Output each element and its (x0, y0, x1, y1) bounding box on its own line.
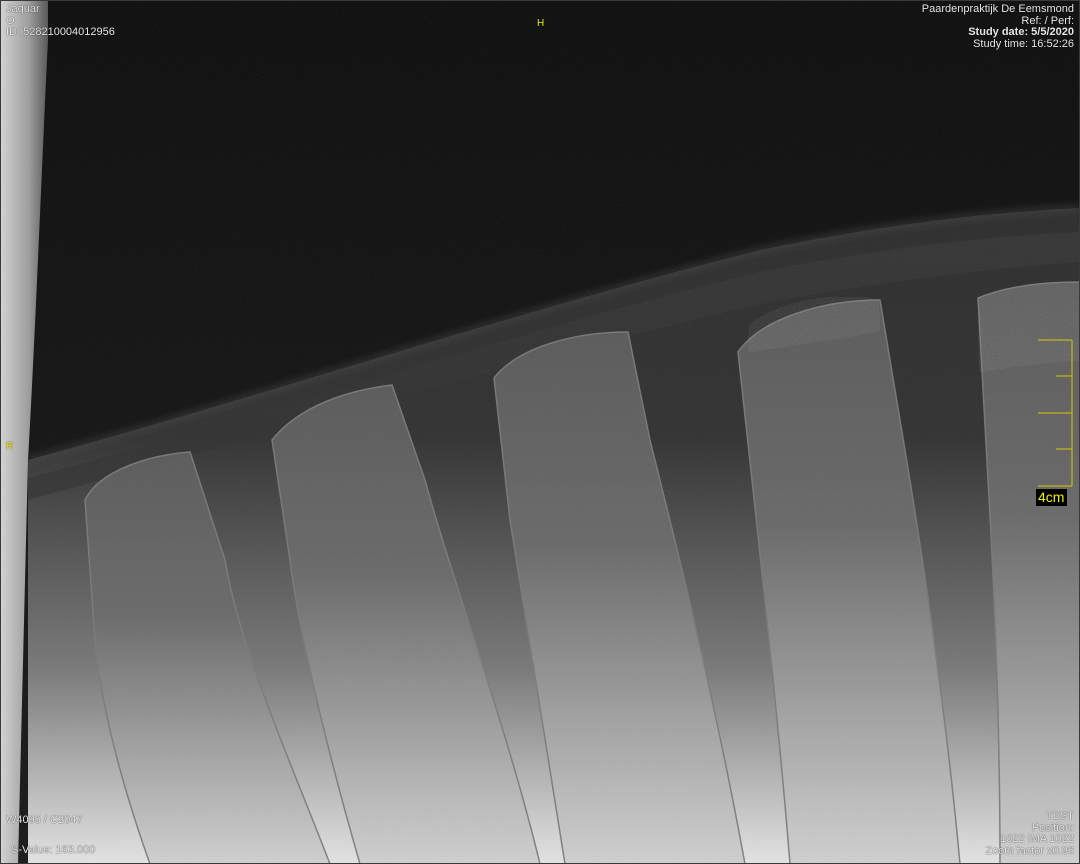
window-center-width: W4095 / C2047 (6, 814, 83, 826)
study-date: Study date: 5/5/2020 (968, 26, 1074, 38)
dicom-viewport[interactable]: Jaguar O ID: 528210004012956 Paardenprak… (0, 0, 1080, 864)
image-number: 1022 IMA 1022 (999, 833, 1074, 845)
window-level-overlay: W4095 / C2047 S-Value: 163.000 (6, 814, 96, 856)
s-value: S-Value: 163.000 (11, 843, 96, 856)
scale-bar-label: 4cm (1036, 489, 1068, 506)
patient-id: ID: 528210004012956 (6, 26, 115, 38)
zoom-factor: Zoom factor x0.96 (985, 844, 1074, 857)
orientation-marker-left: R (6, 441, 14, 452)
radiograph-image[interactable] (0, 0, 1080, 864)
patient-name: Jaguar (6, 3, 40, 15)
patient-info-overlay: Jaguar O ID: 528210004012956 (6, 3, 115, 39)
image-label: TEST (1045, 810, 1074, 822)
orientation-marker-top: H (537, 18, 545, 29)
study-info-overlay: Paardenpraktijk De Eemsmond Ref: / Perf:… (921, 3, 1074, 50)
institution-name: Paardenpraktijk De Eemsmond (921, 3, 1074, 15)
study-time: Study time: 16:52:26 (973, 37, 1074, 50)
image-info-overlay: TEST Position: 1022 IMA 1022 Zoom factor… (985, 810, 1074, 857)
